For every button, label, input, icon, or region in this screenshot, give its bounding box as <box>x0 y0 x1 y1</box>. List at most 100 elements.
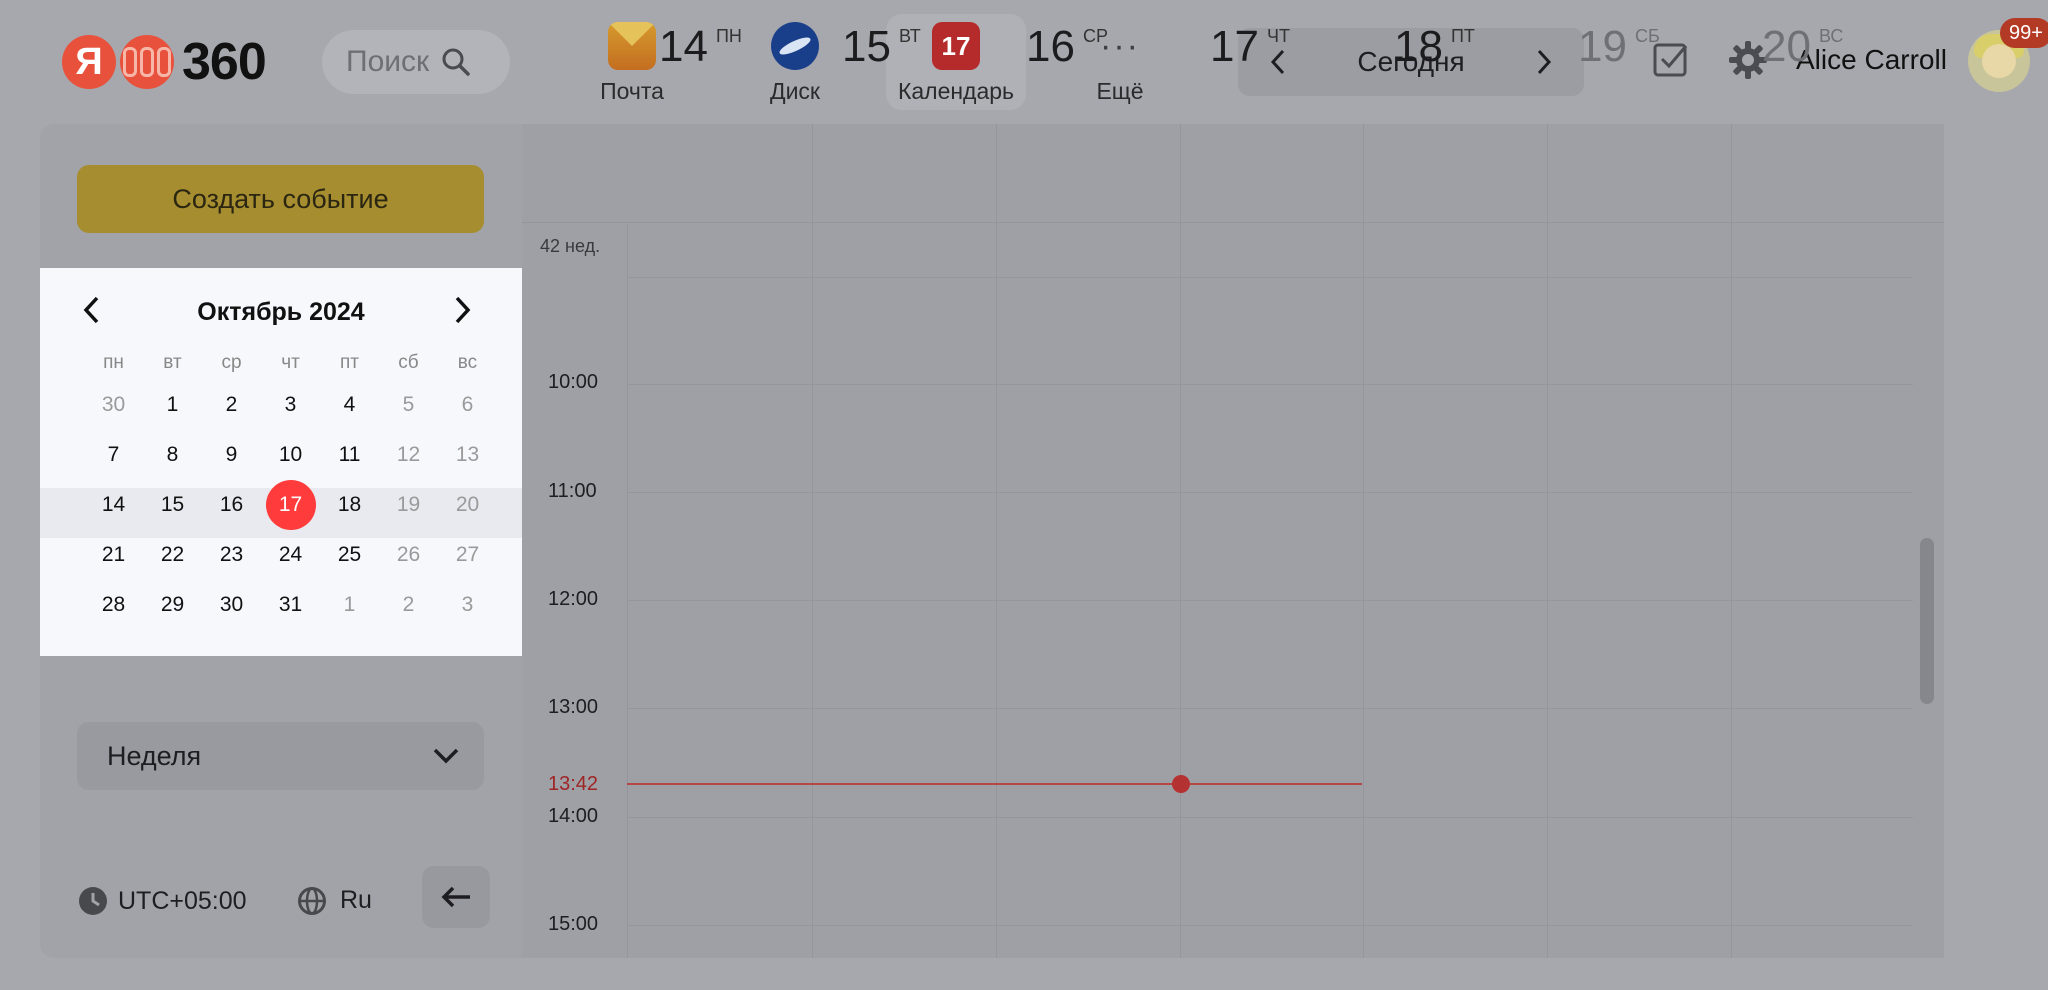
globe-icon <box>298 886 326 915</box>
yandex-360-logo[interactable]: Я 360 <box>62 33 267 91</box>
day-cell[interactable]: 29 <box>143 593 202 617</box>
grid-line <box>1547 124 1548 958</box>
collapse-sidebar-button[interactable] <box>422 866 490 928</box>
day-cell[interactable]: 21 <box>84 543 143 567</box>
mini-calendar: Октябрь 2024 пн вт ср чт пт сб вс 30 1 2… <box>40 268 522 656</box>
day-cell[interactable]: 4 <box>320 393 379 417</box>
day-header-fri[interactable]: 18 ПТ <box>1358 0 1542 100</box>
day-header-mon[interactable]: 14 ПН <box>623 0 806 100</box>
day-number: 14 <box>659 22 708 71</box>
create-event-button[interactable]: Создать событие <box>77 165 484 233</box>
day-cell[interactable]: 10 <box>261 443 320 467</box>
day-cell[interactable]: 2 <box>379 593 438 617</box>
day-cell[interactable]: 12 <box>379 443 438 467</box>
next-month-chevron-icon[interactable] <box>450 294 474 326</box>
grid-line <box>627 277 1913 278</box>
timezone-selector[interactable]: UTC+05:00 <box>78 886 247 916</box>
language-selector[interactable]: Ru <box>298 886 372 915</box>
clock-icon <box>79 887 107 915</box>
weekday-label: вс <box>457 352 478 373</box>
grid-line <box>996 124 997 958</box>
day-cell[interactable]: 14 <box>84 493 143 517</box>
grid-scrollbar[interactable] <box>1920 538 1934 704</box>
day-cell[interactable]: 25 <box>320 543 379 567</box>
day-cell[interactable]: 26 <box>379 543 438 567</box>
mini-calendar-grid: пн вт ср чт пт сб вс 30 1 2 3 4 5 6 7 8 … <box>84 346 497 630</box>
rings-logo-icon <box>120 35 174 89</box>
day-cell[interactable]: 16 <box>202 493 261 517</box>
grid-line <box>627 817 1913 818</box>
week-row: 28 29 30 31 1 2 3 <box>84 580 497 630</box>
week-row-current: 14 15 16 17 18 19 20 <box>84 480 497 530</box>
hour-label: 11:00 <box>548 480 597 502</box>
week-number: 42 нед. <box>540 236 601 256</box>
day-cell[interactable]: 20 <box>438 493 497 517</box>
day-number: 18 <box>1394 22 1443 71</box>
day-header-thu[interactable]: 17 ЧТ <box>1174 0 1358 100</box>
view-mode-select[interactable]: Неделя <box>77 722 484 790</box>
weekday-label: пт <box>340 352 359 373</box>
current-time-dot <box>1172 775 1190 793</box>
grid-line <box>627 492 1913 493</box>
day-cell[interactable]: 2 <box>202 393 261 417</box>
day-header-wed[interactable]: 16 СР <box>990 0 1174 100</box>
day-cell[interactable]: 18 <box>320 493 379 517</box>
day-cell[interactable]: 15 <box>143 493 202 517</box>
day-cell[interactable]: 3 <box>438 593 497 617</box>
day-number: 15 <box>842 22 891 71</box>
weekday-label: пн <box>103 352 124 373</box>
day-header-sun[interactable]: 20 ВС <box>1726 0 1910 100</box>
hour-label: 12:00 <box>548 588 599 610</box>
day-cell[interactable]: 30 <box>84 393 143 417</box>
hour-label: 10:00 <box>548 371 599 393</box>
view-mode-label: Неделя <box>107 740 202 771</box>
day-weekday: ПН <box>715 26 742 46</box>
day-cell[interactable]: 1 <box>143 393 202 417</box>
day-cell[interactable]: 11 <box>320 443 379 467</box>
day-cell[interactable]: 30 <box>202 593 261 617</box>
today-marker: 17 <box>265 480 316 530</box>
day-cell[interactable]: 9 <box>202 443 261 467</box>
day-cell[interactable]: 23 <box>202 543 261 567</box>
week-row: 21 22 23 24 25 26 27 <box>84 530 497 580</box>
day-weekday: ЧТ <box>1266 26 1290 46</box>
day-number: 16 <box>1026 22 1075 71</box>
search-box[interactable]: Поиск <box>322 30 510 94</box>
grid-line <box>627 224 628 958</box>
day-cell[interactable]: 28 <box>84 593 143 617</box>
grid-line <box>812 124 813 958</box>
grid-line <box>627 925 1913 926</box>
week-row: 7 8 9 10 11 12 13 <box>84 430 497 480</box>
day-cell[interactable]: 5 <box>379 393 438 417</box>
day-weekday: ВС <box>1818 26 1844 46</box>
grid-line <box>627 384 1913 385</box>
day-cell[interactable]: 8 <box>143 443 202 467</box>
hour-label: 13:00 <box>548 696 599 718</box>
chevron-down-icon <box>433 748 459 764</box>
weekday-label: ср <box>221 352 242 373</box>
logo-text: 360 <box>182 33 267 91</box>
day-weekday: СБ <box>1634 26 1660 46</box>
day-cell[interactable]: 19 <box>379 493 438 517</box>
day-header-tue[interactable]: 15 ВТ <box>806 0 990 100</box>
day-cell[interactable]: 24 <box>261 543 320 567</box>
notifications-badge[interactable]: 99+ <box>2000 18 2048 48</box>
day-cell[interactable]: 1 <box>320 593 379 617</box>
weekday-label: сб <box>398 352 419 373</box>
day-number: 20 <box>1762 22 1811 71</box>
day-cell[interactable]: 13 <box>438 443 497 467</box>
day-cell[interactable]: 3 <box>261 393 320 417</box>
arrow-left-icon <box>441 886 470 908</box>
day-cell[interactable]: 22 <box>143 543 202 567</box>
day-cell[interactable]: 31 <box>261 593 320 617</box>
prev-month-chevron-icon[interactable] <box>80 294 104 326</box>
day-header-sat[interactable]: 19 СБ <box>1542 0 1726 100</box>
day-cell[interactable]: 6 <box>438 393 497 417</box>
day-cell-today[interactable]: 17 <box>261 480 320 530</box>
day-cell[interactable]: 27 <box>438 543 497 567</box>
search-icon <box>442 48 470 76</box>
grid-line <box>1363 124 1364 958</box>
day-cell[interactable]: 7 <box>84 443 143 467</box>
grid-line <box>627 600 1913 601</box>
week-row: 30 1 2 3 4 5 6 <box>84 380 497 430</box>
